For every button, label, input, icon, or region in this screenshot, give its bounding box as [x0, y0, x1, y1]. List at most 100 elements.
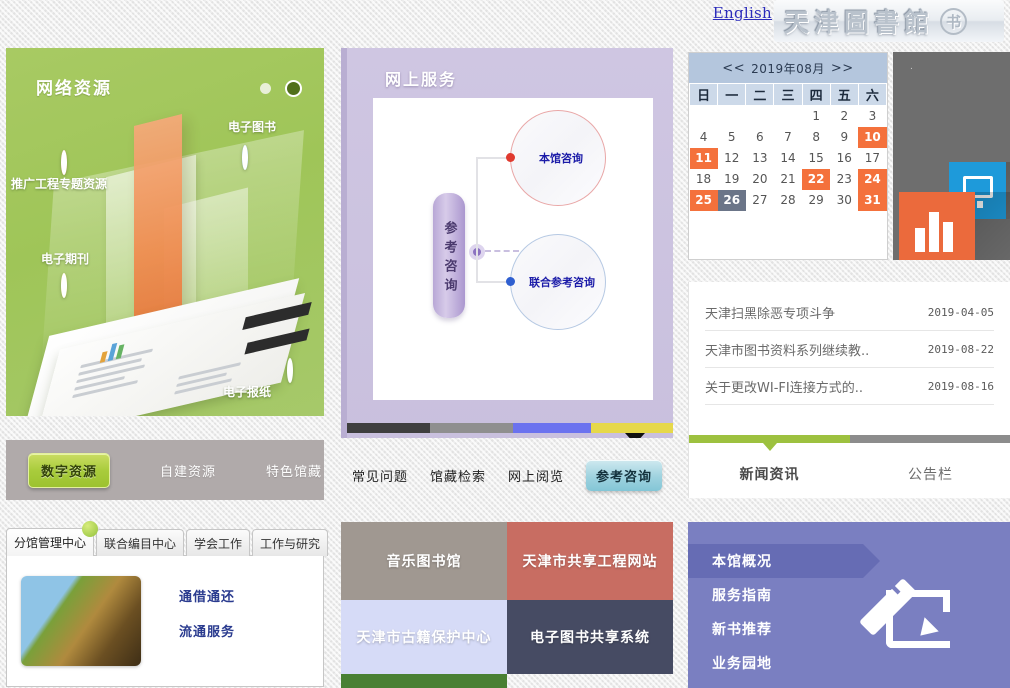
- tab-union-cataloging-center[interactable]: 联合编目中心: [96, 529, 184, 556]
- carousel-dots[interactable]: [260, 80, 302, 97]
- tile-watermark: .: [910, 62, 913, 72]
- calendar-day-6[interactable]: 6: [746, 127, 774, 148]
- calendar-day-18[interactable]: 18: [690, 169, 718, 190]
- hotspot-enewspapers[interactable]: 电子报纸: [287, 361, 293, 380]
- tab-reference-consultation[interactable]: 参考咨询: [586, 460, 662, 491]
- calendar-day-23[interactable]: 23: [830, 169, 858, 190]
- news-list: 天津扫黑除恶专项斗争 2019-04-05 天津市图书资料系列继续教.. 201…: [689, 282, 1010, 405]
- promo-image-tile[interactable]: .: [893, 52, 1010, 260]
- tab-special-collections[interactable]: 特色馆藏: [266, 461, 322, 480]
- tab-branch-management-center[interactable]: 分馆管理中心: [6, 528, 94, 556]
- nav-item-business-area[interactable]: 业务园地: [688, 646, 1010, 680]
- tab-catalog-search[interactable]: 馆藏检索: [430, 466, 486, 485]
- tab-society-work[interactable]: 学会工作: [186, 529, 250, 556]
- diagram-dot-blue-icon: [506, 277, 515, 286]
- weekday-fri: 五: [830, 84, 858, 106]
- link-interlibrary-loan[interactable]: 通借通还: [179, 586, 235, 605]
- calendar-day-14[interactable]: 14: [774, 148, 802, 169]
- service-tab-bar: 常见问题 馆藏检索 网上阅览 参考咨询: [341, 452, 673, 498]
- site-logo[interactable]: 天津圖書館 书: [774, 0, 1004, 42]
- tab-faq[interactable]: 常见问题: [352, 466, 408, 485]
- calendar-day-8[interactable]: 8: [802, 127, 830, 148]
- calendar-day-16[interactable]: 16: [830, 148, 858, 169]
- calendar-day-9[interactable]: 9: [830, 127, 858, 148]
- service-diagram: 参考咨询 本馆咨询 联合参考咨询: [373, 98, 653, 400]
- calendar-day-24[interactable]: 24: [858, 169, 886, 190]
- nav-item-library-overview[interactable]: 本馆概况: [688, 544, 863, 578]
- diagram-node-local-consultation[interactable]: 本馆咨询: [510, 110, 606, 206]
- calendar-day-11[interactable]: 11: [690, 148, 718, 169]
- news-item[interactable]: 天津市图书资料系列继续教.. 2019-08-22: [705, 331, 994, 368]
- carousel-dot-2[interactable]: [285, 80, 302, 97]
- calendar-prev-month-button[interactable]: <<: [722, 61, 745, 76]
- grid-link-green-tile[interactable]: [341, 674, 507, 688]
- network-resources-banner[interactable]: 网络资源 推广工程专题资源 电子图书 电子期刊 电子报纸: [6, 48, 324, 416]
- calendar-day-19[interactable]: 19: [718, 169, 746, 190]
- new-badge-icon: [82, 521, 98, 537]
- calendar-day-30[interactable]: 30: [830, 190, 858, 211]
- news-item[interactable]: 关于更改WI-FI连接方式的.. 2019-08-16: [705, 368, 994, 405]
- diagram-dot-red-icon: [506, 153, 515, 162]
- calendar-day-empty: [774, 106, 802, 127]
- english-language-link[interactable]: English: [713, 4, 772, 22]
- calendar-week-row: 11121314151617: [690, 148, 887, 169]
- link-circulation-service[interactable]: 流通服务: [179, 621, 235, 640]
- grid-link-music-library[interactable]: 音乐图书馆: [341, 522, 507, 600]
- calendar-next-month-button[interactable]: >>: [831, 61, 854, 76]
- calendar-day-28[interactable]: 28: [774, 190, 802, 211]
- calendar-day-12[interactable]: 12: [718, 148, 746, 169]
- grid-link-ebook-sharing-system[interactable]: 电子图书共享系统: [507, 600, 673, 674]
- calendar-day-27[interactable]: 27: [746, 190, 774, 211]
- calendar-day-13[interactable]: 13: [746, 148, 774, 169]
- calendar-day-22[interactable]: 22: [802, 169, 830, 190]
- tab-news[interactable]: 新闻资讯: [689, 464, 850, 484]
- tab-online-reading[interactable]: 网上阅览: [508, 466, 564, 485]
- hotspot-ejournals[interactable]: 电子期刊: [61, 276, 67, 295]
- nav-list: 本馆概况 服务指南 新书推荐 业务园地: [688, 522, 1010, 680]
- nav-item-new-book-recommendations[interactable]: 新书推荐: [688, 612, 1010, 646]
- segment-3[interactable]: [513, 423, 591, 433]
- calendar-day-2[interactable]: 2: [830, 106, 858, 127]
- calendar-title: 2019年08月: [751, 60, 825, 77]
- tab-digital-resources[interactable]: 数字资源: [28, 453, 110, 488]
- hotspot-ebooks[interactable]: 电子图书: [242, 148, 248, 167]
- calendar-day-25[interactable]: 25: [690, 190, 718, 211]
- calendar-day-15[interactable]: 15: [802, 148, 830, 169]
- diagram-node-joint-consultation[interactable]: 联合参考咨询: [510, 234, 606, 330]
- calendar-week-row: 18192021222324: [690, 169, 887, 190]
- calendar-day-4[interactable]: 4: [690, 127, 718, 148]
- hotspot-label: 电子期刊: [41, 250, 89, 267]
- calendar-day-31[interactable]: 31: [858, 190, 886, 211]
- calendar-day-29[interactable]: 29: [802, 190, 830, 211]
- calendar-day-26[interactable]: 26: [718, 190, 746, 211]
- news-date: 2019-08-22: [928, 343, 994, 356]
- segment-1[interactable]: [347, 423, 430, 433]
- grid-link-sharing-project-site[interactable]: 天津市共享工程网站: [507, 522, 673, 600]
- calendar-day-10[interactable]: 10: [858, 127, 886, 148]
- calendar-day-21[interactable]: 21: [774, 169, 802, 190]
- news-item[interactable]: 天津扫黑除恶专项斗争 2019-04-05: [705, 294, 994, 331]
- calendar-day-empty: [690, 106, 718, 127]
- carousel-dot-1[interactable]: [260, 83, 271, 94]
- diagram-wire-dashed: [485, 250, 519, 252]
- segment-2[interactable]: [430, 423, 513, 433]
- weekday-wed: 三: [774, 84, 802, 106]
- calendar-day-1[interactable]: 1: [802, 106, 830, 127]
- tab-announcements[interactable]: 公告栏: [850, 464, 1010, 484]
- hotspot-promotion-resources[interactable]: 推广工程专题资源: [61, 153, 67, 172]
- segment-4[interactable]: [591, 423, 673, 433]
- nav-item-service-guide[interactable]: 服务指南: [688, 578, 1010, 612]
- calendar-day-7[interactable]: 7: [774, 127, 802, 148]
- tab-self-built-resources[interactable]: 自建资源: [160, 461, 216, 480]
- branch-thumbnail-image[interactable]: [21, 576, 141, 666]
- calendar-table: 日 一 二 三 四 五 六 12345678910111213141516171…: [689, 83, 887, 211]
- grid-link-ancient-books-center[interactable]: 天津市古籍保护中心: [341, 600, 507, 674]
- hotspot-dot-icon: [61, 273, 67, 298]
- calendar-day-17[interactable]: 17: [858, 148, 886, 169]
- tab-work-and-research[interactable]: 工作与研究: [252, 529, 328, 556]
- calendar-day-5[interactable]: 5: [718, 127, 746, 148]
- calendar-day-3[interactable]: 3: [858, 106, 886, 127]
- news-active-pointer-icon: [763, 443, 777, 451]
- calendar-day-20[interactable]: 20: [746, 169, 774, 190]
- hotspot-dot-icon: [61, 150, 67, 175]
